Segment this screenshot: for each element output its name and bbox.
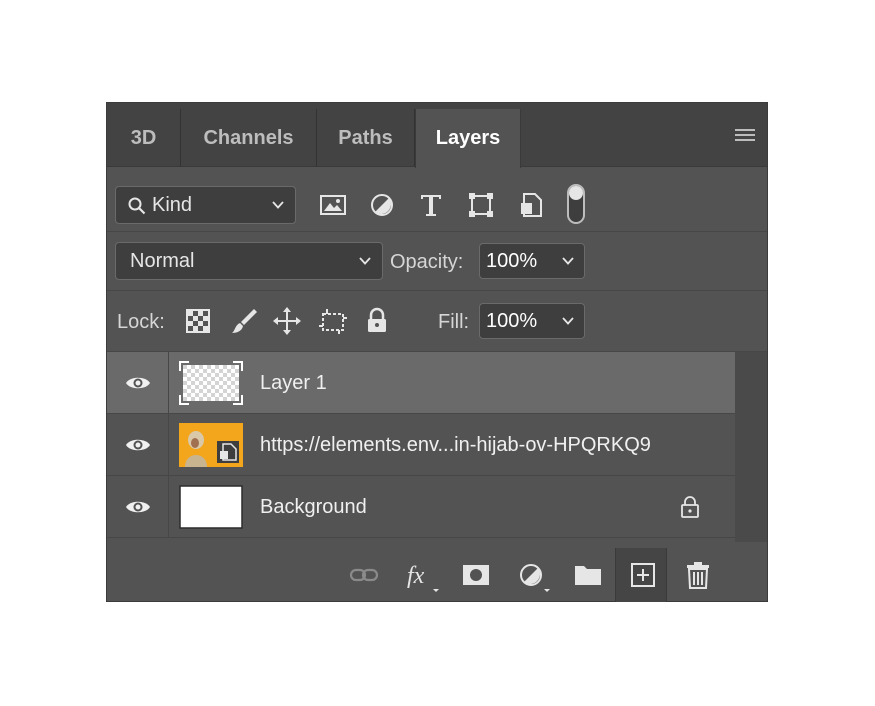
tab-layers[interactable]: Layers [415, 109, 521, 168]
new-layer-button[interactable] [615, 548, 667, 602]
new-group-button[interactable] [561, 548, 613, 602]
kind-filter-dropdown[interactable]: Kind [115, 186, 296, 224]
lock-row: Lock: Fill: 100% [107, 291, 767, 352]
layer-style-button[interactable]: fx [393, 548, 445, 602]
group-folder-icon [575, 566, 601, 585]
trash-icon [687, 562, 709, 589]
eye-icon [126, 377, 150, 389]
delete-layer-button[interactable] [671, 548, 723, 602]
opacity-input[interactable]: 100% [479, 243, 555, 279]
layer-name: Background [260, 496, 367, 518]
lock-transparent-pixels-icon[interactable] [183, 306, 213, 336]
layer-row-layer-1[interactable]: Layer 1 [107, 352, 735, 414]
adjustment-layer-icon [520, 564, 550, 592]
chevron-down-icon [562, 257, 574, 265]
fill-input[interactable]: 100% [479, 303, 555, 339]
visibility-toggle[interactable] [107, 352, 169, 414]
blend-mode-dropdown[interactable]: Normal [115, 242, 383, 280]
eye-icon [126, 439, 150, 451]
chevron-down-icon [359, 257, 371, 265]
link-layers-button[interactable] [337, 548, 389, 602]
chevron-down-icon [562, 317, 574, 325]
adjustment-filter-icon[interactable] [367, 190, 397, 220]
fx-icon: fx [407, 563, 439, 592]
eye-icon [126, 501, 150, 513]
filter-row: Kind [107, 168, 767, 232]
new-layer-icon [631, 563, 655, 587]
shape-filter-icon[interactable] [466, 190, 496, 220]
layer-row-smart-object[interactable]: https://elements.env...in-hijab-ov-HPQRK… [107, 414, 735, 476]
fill-dropdown-button[interactable] [553, 303, 585, 339]
layers-scrollbar[interactable] [735, 352, 767, 542]
blend-row: Normal Opacity: 100% [107, 232, 767, 291]
opacity-label: Opacity: [390, 251, 464, 273]
type-filter-icon[interactable] [416, 190, 446, 220]
layer-name: Layer 1 [260, 372, 327, 394]
search-icon [128, 197, 146, 215]
mask-icon [463, 565, 489, 585]
layer-thumbnail [179, 361, 243, 405]
lock-all-icon[interactable] [362, 306, 392, 336]
kind-filter-label: Kind [152, 194, 193, 216]
panel-menu-icon[interactable] [735, 129, 755, 143]
lock-image-pixels-icon[interactable] [229, 306, 259, 336]
link-layers-icon [349, 568, 379, 582]
image-filter-icon[interactable] [318, 190, 348, 220]
visibility-toggle[interactable] [107, 414, 169, 476]
svg-text:fx: fx [407, 563, 425, 589]
lock-label: Lock: [117, 311, 165, 333]
layers-list: Layer 1 https://elements.env...in-hijab-… [107, 352, 735, 542]
blend-mode-value: Normal [130, 250, 195, 272]
smart-object-filter-icon[interactable] [516, 190, 546, 220]
panel-tab-bar: 3D Channels Paths Layers [107, 103, 767, 168]
add-mask-button[interactable] [449, 548, 501, 602]
fill-label: Fill: [438, 311, 470, 333]
layers-panel: 3D Channels Paths Layers Kind Normal Opa… [106, 102, 768, 602]
filter-toggle-switch[interactable] [567, 184, 585, 224]
layer-thumbnail [179, 485, 243, 529]
layer-row-background[interactable]: Background [107, 476, 735, 538]
adjustment-layer-button[interactable] [505, 548, 557, 602]
lock-position-icon[interactable] [272, 306, 302, 336]
tab-3d[interactable]: 3D [107, 109, 181, 167]
layer-name: https://elements.env...in-hijab-ov-HPQRK… [260, 434, 651, 456]
opacity-dropdown-button[interactable] [553, 243, 585, 279]
tab-channels[interactable]: Channels [181, 109, 317, 167]
visibility-toggle[interactable] [107, 476, 169, 538]
chevron-down-icon [272, 201, 284, 209]
layer-thumbnail [179, 423, 243, 467]
lock-artboard-icon[interactable] [318, 306, 348, 336]
tab-paths[interactable]: Paths [317, 109, 415, 167]
layers-footer-toolbar: fx [107, 548, 767, 602]
layer-lock-icon[interactable] [679, 496, 701, 518]
